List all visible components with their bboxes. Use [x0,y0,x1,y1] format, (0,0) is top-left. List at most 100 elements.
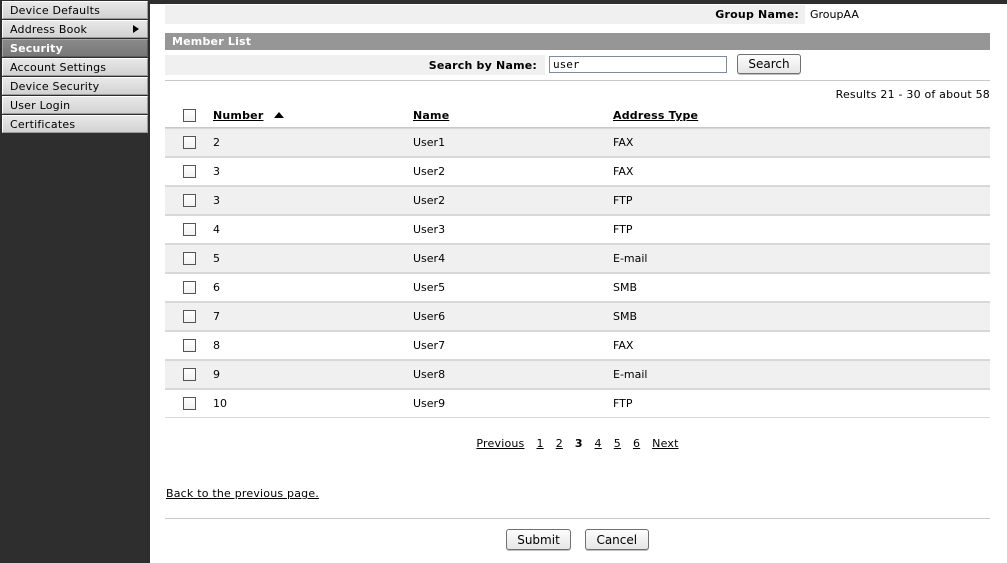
cell-address-type: FTP [613,397,633,410]
cell-name: User9 [413,397,446,410]
row-select-cell [165,223,213,236]
pagination-page-4[interactable]: 4 [595,437,602,450]
cell-address-type: FAX [613,165,634,178]
cell-name: User1 [413,136,446,149]
cell-number: 3 [213,194,220,207]
cell-name: User4 [413,252,446,265]
table-row[interactable]: 5 User4 E-mail [165,244,990,273]
sidebar-item-device-security[interactable]: Device Security [2,77,148,95]
main-content: Group Name: GroupAA Member List Search b… [150,0,1007,563]
table-row[interactable]: 9 User8 E-mail [165,360,990,389]
table-row[interactable]: 2 User1 FAX [165,128,990,157]
table-body: 2 User1 FAX 3 User2 FAX 3 User2 FTP 4 User3 FTP 5 Use… [165,128,990,418]
table-row[interactable]: 8 User7 FAX [165,331,990,360]
cancel-button[interactable]: Cancel [584,529,649,550]
sidebar-nav: Device Defaults Address Book Security Accou… [0,1,150,133]
cell-name: User5 [413,281,446,294]
table-row[interactable]: 6 User5 SMB [165,273,990,302]
group-name-value: GroupAA [810,8,859,21]
back-to-previous-page-link[interactable]: Back to the previous page. [166,487,319,500]
pagination-page-6[interactable]: 6 [633,437,640,450]
cell-number: 7 [213,310,220,323]
cell-address-type: E-mail [613,368,648,381]
sidebar-item-security[interactable]: Security [2,39,148,57]
row-select-cell [165,339,213,352]
group-name-label: Group Name: [715,8,799,21]
search-button[interactable]: Search [737,54,801,74]
group-name-band: Group Name: [165,5,805,24]
table-row[interactable]: 3 User2 FAX [165,157,990,186]
row-checkbox[interactable] [182,223,196,236]
search-label-band: Search by Name: [165,55,545,75]
column-header-number-link[interactable]: Number [213,109,263,122]
member-table: Number Name Address Type 2 User1 FAX 3 User2… [165,104,990,418]
cell-number: 4 [213,223,220,236]
pagination-page-1[interactable]: 1 [536,437,543,450]
pagination-page-3: 3 [574,437,583,450]
sidebar-item-label: User Login [10,98,71,112]
cell-number: 9 [213,368,220,381]
cell-number: 10 [213,397,227,410]
column-header-name-link[interactable]: Name [413,109,449,122]
footer-buttons: Submit Cancel [165,529,990,550]
cell-address-type: FTP [613,223,633,236]
cell-number: 5 [213,252,220,265]
sidebar: Device Defaults Address Book Security Accou… [0,0,150,563]
table-header-row: Number Name Address Type [165,104,990,128]
row-checkbox[interactable] [182,368,196,381]
row-checkbox[interactable] [182,252,196,265]
cell-address-type: FTP [613,194,633,207]
cell-name: User2 [413,194,446,207]
table-row[interactable]: 3 User2 FTP [165,186,990,215]
pagination-page-5[interactable]: 5 [614,437,621,450]
row-checkbox[interactable] [182,281,196,294]
select-all-checkbox[interactable] [182,109,196,122]
row-checkbox[interactable] [182,136,196,149]
row-select-cell [165,194,213,207]
cell-name: User3 [413,223,446,236]
row-checkbox[interactable] [182,165,196,178]
sidebar-item-account-settings[interactable]: Account Settings [2,58,148,76]
cell-address-type: FAX [613,339,634,352]
sidebar-item-device-defaults[interactable]: Device Defaults [2,1,148,19]
sidebar-item-address-book[interactable]: Address Book [2,20,148,38]
search-input[interactable] [549,56,727,73]
top-bar [150,0,1007,4]
row-select-cell [165,252,213,265]
column-header-number: Number [213,109,413,122]
cell-address-type: FAX [613,136,634,149]
cell-name: User7 [413,339,446,352]
row-checkbox[interactable] [182,339,196,352]
submit-button[interactable]: Submit [506,529,571,550]
sidebar-item-user-login[interactable]: User Login [2,96,148,114]
pagination: Previous 1 2 3 4 5 6 Next [165,437,990,450]
cell-address-type: SMB [613,281,638,294]
sidebar-item-label: Certificates [10,117,76,131]
cell-address-type: SMB [613,310,638,323]
row-checkbox[interactable] [182,194,196,207]
member-list-title: Member List [172,35,252,48]
row-select-cell [165,368,213,381]
column-header-address-type-link[interactable]: Address Type [613,109,698,122]
column-header-address-type: Address Type [613,109,983,122]
row-select-cell [165,165,213,178]
divider-under-search [165,80,990,81]
sidebar-item-certificates[interactable]: Certificates [2,115,148,133]
sort-ascending-icon[interactable] [274,112,285,118]
table-row[interactable]: 7 User6 SMB [165,302,990,331]
column-header-name: Name [413,109,613,122]
row-select-cell [165,136,213,149]
select-all-cell [165,109,213,122]
row-checkbox[interactable] [182,310,196,323]
cell-number: 8 [213,339,220,352]
pagination-page-2[interactable]: 2 [556,437,563,450]
divider-above-footer [165,518,990,519]
pagination-next[interactable]: Next [652,437,678,450]
table-row[interactable]: 10 User9 FTP [165,389,990,418]
table-row[interactable]: 4 User3 FTP [165,215,990,244]
pagination-previous[interactable]: Previous [476,437,524,450]
cell-name: User2 [413,165,446,178]
cell-name: User8 [413,368,446,381]
sidebar-item-label: Device Defaults [10,3,101,17]
row-checkbox[interactable] [182,397,196,410]
